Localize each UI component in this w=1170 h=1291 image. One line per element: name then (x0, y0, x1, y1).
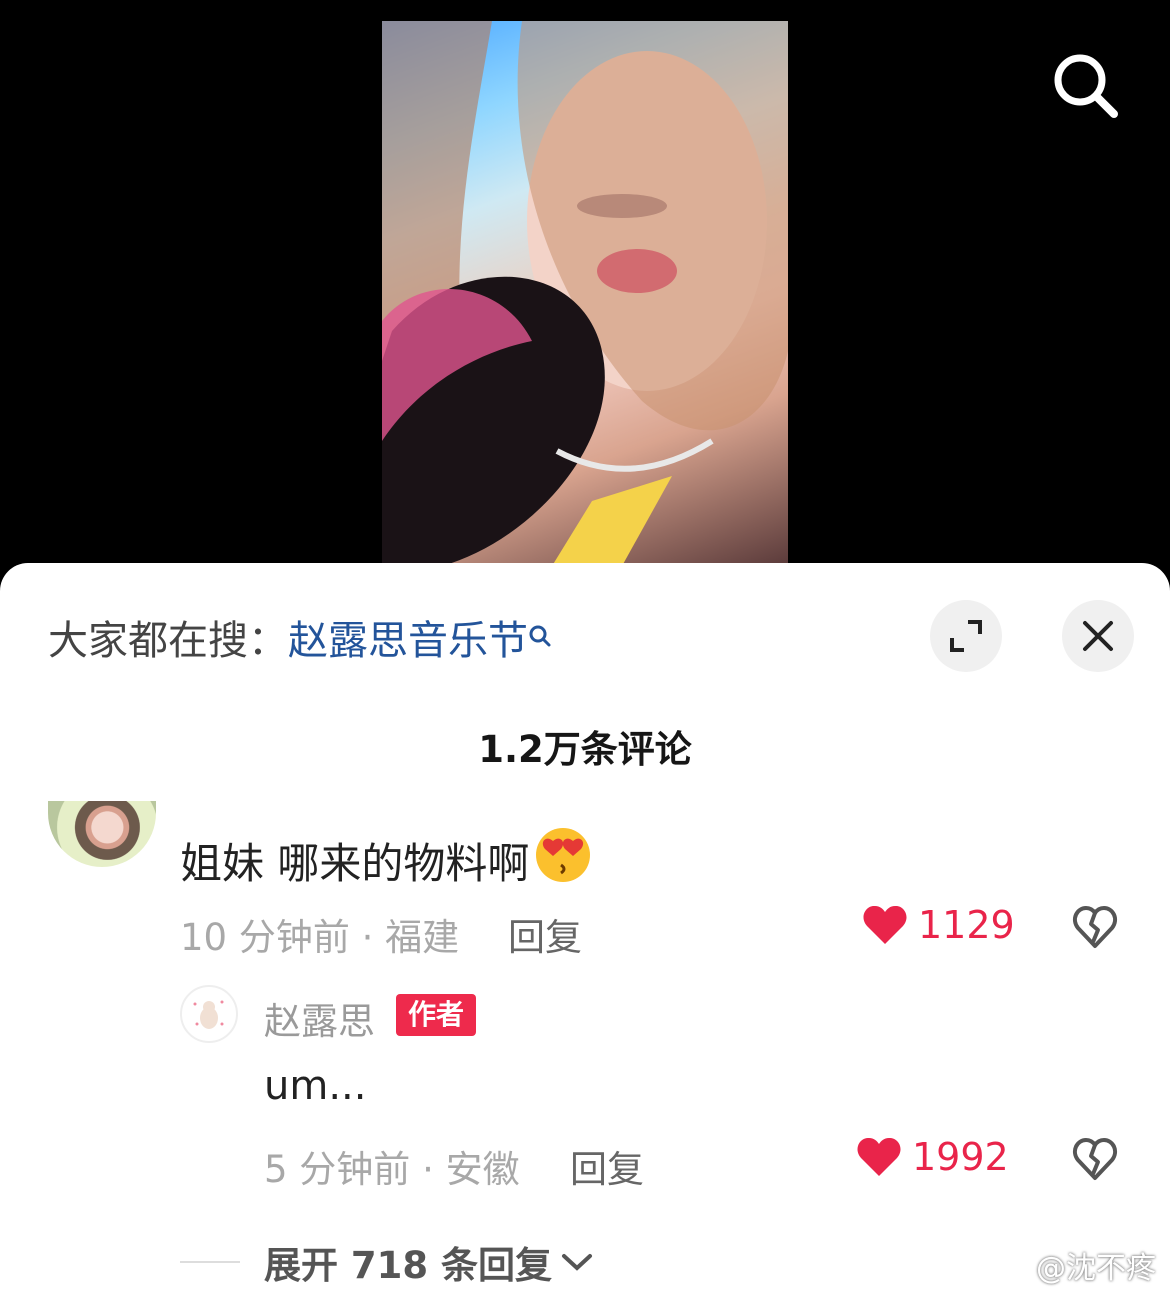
reply-like-count: 1992 (912, 1135, 1009, 1179)
heart-eyes-emoji (533, 825, 593, 895)
expand-icon (950, 620, 982, 652)
author-avatar-art (193, 1000, 224, 1029)
heart-eyes-emoji-art (536, 828, 591, 882)
reply-dislike-button[interactable] (1072, 1137, 1118, 1185)
author-name[interactable]: 赵露思 (264, 991, 375, 1045)
comments-sheet: 大家都在搜： 赵露思音乐节 1.2万条评论 姐妹 哪来的物料啊 10 分钟前 ·… (0, 563, 1170, 1291)
video-area[interactable] (0, 0, 1170, 600)
hot-search-bar: 大家都在搜： 赵露思音乐节 (48, 608, 552, 666)
reply-reply-button[interactable]: 回复 (570, 1139, 644, 1193)
comment-body: 姐妹 哪来的物料啊 (180, 838, 530, 888)
broken-heart-icon (1073, 1138, 1117, 1180)
author-reply-text: um... (264, 1063, 367, 1109)
comments-count-title: 1.2万条评论 (478, 728, 692, 771)
expand-replies-label: 展开 718 条回复 (264, 1244, 552, 1287)
search-icon (1054, 54, 1118, 118)
commenter-avatar[interactable] (48, 801, 156, 867)
reply-like-button[interactable]: 1992 (856, 1135, 1009, 1179)
hot-search-query: 赵露思音乐节 (288, 618, 528, 664)
comment-like-count: 1129 (918, 903, 1015, 947)
magnifier-small-icon (529, 625, 551, 647)
comment-time-location: 10 分钟前 · 福建 (180, 916, 460, 959)
comment-like-button[interactable]: 1129 (862, 903, 1015, 947)
heart-icon (863, 905, 907, 944)
comment-text: 姐妹 哪来的物料啊 (180, 825, 593, 895)
close-button[interactable] (1062, 600, 1134, 672)
comment-reply-button[interactable]: 回复 (508, 907, 582, 961)
expand-button[interactable] (930, 600, 1002, 672)
broken-heart-icon (1073, 906, 1117, 948)
close-icon (1083, 621, 1113, 651)
reply-time-location: 5 分钟前 · 安徽 (264, 1148, 520, 1191)
search-button[interactable] (1050, 50, 1122, 122)
chevron-down-icon (562, 1254, 592, 1271)
hot-search-prefix: 大家都在搜： (48, 618, 288, 664)
heart-icon (857, 1137, 901, 1176)
expand-replies-button[interactable]: 展开 718 条回复 (180, 1235, 594, 1289)
author-avatar[interactable] (180, 985, 238, 1043)
watermark-text: @沈不疼 (1036, 1251, 1156, 1286)
hot-search-link[interactable]: 赵露思音乐节 (288, 608, 552, 666)
expand-divider (180, 1261, 240, 1263)
comment-dislike-button[interactable] (1072, 905, 1118, 953)
video-frame-art (382, 21, 788, 566)
watermark: @沈不疼 (990, 1243, 1156, 1287)
video-player[interactable] (382, 21, 788, 566)
author-badge: 作者 (396, 994, 477, 1036)
weibo-logo-icon (991, 1250, 1034, 1284)
